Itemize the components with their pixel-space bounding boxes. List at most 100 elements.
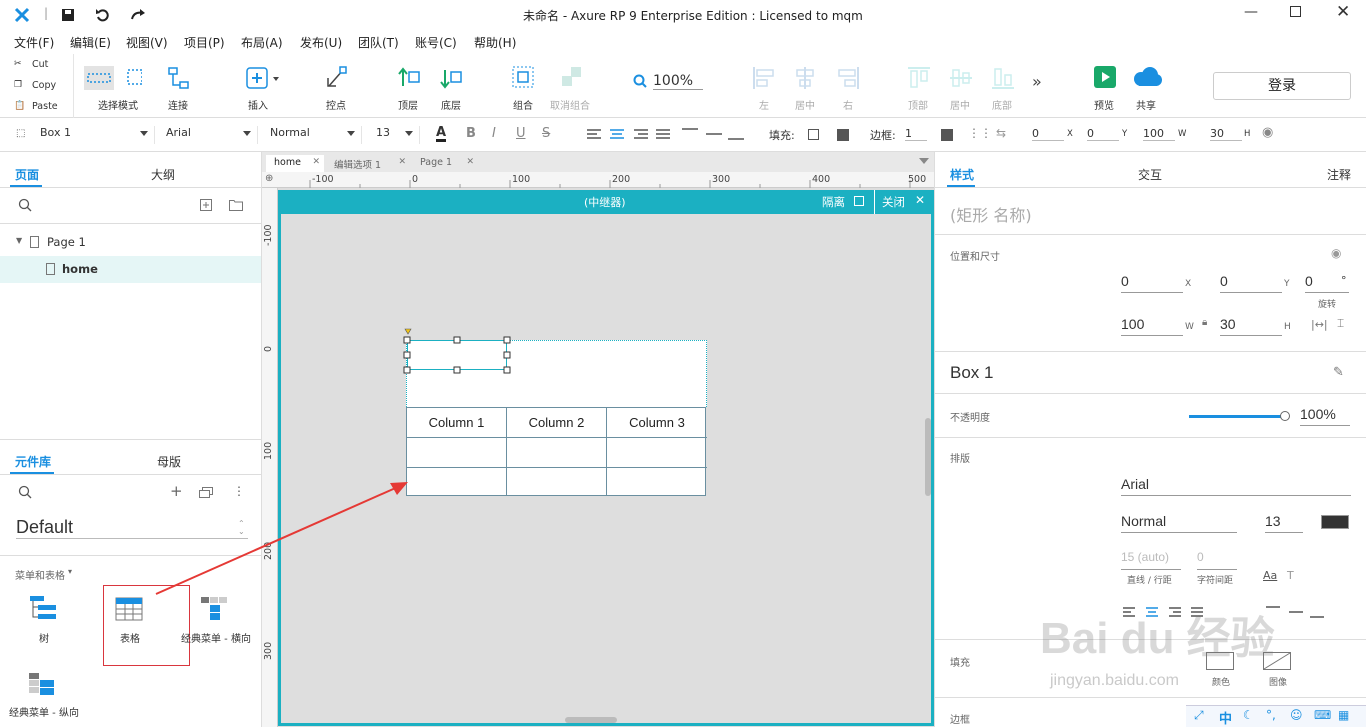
maximize-button[interactable] bbox=[1290, 6, 1301, 17]
insert-icon[interactable] bbox=[246, 66, 282, 90]
more-tools-icon[interactable]: » bbox=[1032, 72, 1042, 91]
close-tab-icon[interactable]: ✕ bbox=[398, 157, 406, 167]
font-size-input[interactable]: 13 bbox=[1265, 513, 1303, 533]
menu-edit[interactable]: 编辑(E) bbox=[70, 34, 111, 51]
bold-icon[interactable]: B bbox=[466, 126, 476, 141]
group-icon[interactable] bbox=[512, 66, 534, 90]
isolate-icon[interactable] bbox=[854, 196, 864, 206]
ime-keyboard-icon[interactable]: ⌨ bbox=[1314, 708, 1331, 722]
minimize-button[interactable]: — bbox=[1244, 4, 1258, 20]
ime-language[interactable]: 中 bbox=[1219, 708, 1232, 727]
table-cell[interactable] bbox=[507, 438, 607, 468]
tab-outline[interactable]: 大纲 bbox=[151, 166, 175, 183]
align-middle-icon[interactable] bbox=[949, 66, 973, 90]
align-bottom-icon[interactable] bbox=[991, 66, 1015, 90]
tab-interactions[interactable]: 交互 bbox=[1138, 166, 1162, 183]
ime-switch-icon[interactable]: ⤢ bbox=[1194, 708, 1204, 723]
close-tab-icon[interactable]: ✕ bbox=[466, 157, 474, 167]
menu-project[interactable]: 项目(P) bbox=[184, 34, 225, 51]
doc-tab-edit-option[interactable]: 编辑选项 1 ✕ bbox=[326, 155, 410, 172]
collapse-arrow-icon[interactable]: ▼ bbox=[16, 236, 22, 245]
classic-menu-vertical-icon[interactable] bbox=[28, 672, 58, 698]
horizontal-scrollbar[interactable] bbox=[565, 717, 617, 723]
border-color-swatch[interactable] bbox=[941, 129, 953, 141]
page-item-home-row[interactable] bbox=[0, 256, 261, 283]
menu-team[interactable]: 团队(T) bbox=[358, 34, 399, 51]
search-icon[interactable] bbox=[18, 198, 32, 212]
opacity-slider-thumb[interactable] bbox=[1280, 411, 1290, 421]
fit-width-icon[interactable]: |↔| bbox=[1311, 318, 1328, 331]
vertical-scrollbar[interactable] bbox=[925, 418, 931, 496]
align-right-icon[interactable] bbox=[836, 66, 860, 90]
font-weight-select[interactable]: Normal bbox=[1121, 513, 1237, 533]
font-style-select[interactable]: Normal bbox=[270, 126, 362, 144]
widget-group-title[interactable]: 菜单和表格 bbox=[15, 567, 65, 582]
tab-masters[interactable]: 母版 bbox=[157, 453, 181, 470]
visibility-eye-icon[interactable]: ◉ bbox=[1331, 246, 1341, 260]
x-input[interactable]: 0 bbox=[1121, 273, 1183, 293]
preview-icon[interactable] bbox=[1094, 66, 1116, 88]
close-tab-icon[interactable]: ✕ bbox=[312, 157, 320, 167]
table-header-cell[interactable]: Column 1 bbox=[407, 408, 507, 438]
italic-icon[interactable]: I bbox=[492, 126, 496, 141]
close-repeater-icon[interactable]: ✕ bbox=[915, 193, 925, 207]
add-page-icon[interactable] bbox=[200, 199, 212, 211]
zoom-level[interactable]: 100% bbox=[653, 73, 703, 90]
table-cell[interactable] bbox=[607, 468, 707, 496]
undo-icon[interactable] bbox=[95, 8, 109, 22]
bring-top-icon[interactable] bbox=[397, 66, 421, 90]
font-size-select[interactable]: 13 bbox=[376, 126, 420, 144]
font-color-swatch[interactable] bbox=[1321, 515, 1349, 529]
close-window-button[interactable]: ✕ bbox=[1336, 2, 1350, 22]
underline-icon[interactable]: U bbox=[516, 126, 526, 141]
table-header-cell[interactable]: Column 3 bbox=[607, 408, 707, 438]
letter-spacing-input[interactable]: 0 bbox=[1197, 550, 1237, 570]
tab-pages[interactable]: 页面 bbox=[15, 166, 39, 183]
edit-style-icon[interactable]: ✎ bbox=[1333, 365, 1344, 380]
connect-icon[interactable] bbox=[168, 66, 190, 90]
table-header-cell[interactable]: Column 2 bbox=[507, 408, 607, 438]
align-left-icon[interactable] bbox=[752, 66, 776, 90]
ime-emoji-icon[interactable]: ☺ bbox=[1290, 708, 1303, 722]
copy-button[interactable]: Copy bbox=[32, 80, 56, 91]
page-item-page1[interactable]: Page 1 bbox=[47, 235, 86, 249]
border-arrow-icon[interactable]: ⇆ bbox=[996, 126, 1006, 140]
paste-button[interactable]: Paste bbox=[32, 101, 58, 112]
ime-moon-icon[interactable]: ☾ bbox=[1243, 708, 1254, 722]
ime-punct-icon[interactable]: °, bbox=[1266, 708, 1276, 722]
height-input[interactable]: 30 bbox=[1220, 316, 1282, 336]
fill-color-swatch[interactable] bbox=[808, 129, 819, 140]
opacity-input[interactable]: 100% bbox=[1300, 406, 1350, 426]
add-folder-icon[interactable] bbox=[229, 199, 243, 211]
widget-select[interactable]: Box 1 bbox=[40, 126, 155, 144]
selection-handles[interactable] bbox=[402, 327, 512, 375]
doc-tab-page1[interactable]: Page 1 ✕ bbox=[412, 155, 478, 172]
font-family-select[interactable]: Arial bbox=[1121, 476, 1351, 496]
fill-shadow-icon[interactable] bbox=[837, 129, 849, 141]
tab-style[interactable]: 样式 bbox=[950, 166, 974, 183]
menu-layout[interactable]: 布局(A) bbox=[241, 34, 283, 51]
menu-view[interactable]: 视图(V) bbox=[126, 34, 168, 51]
menu-help[interactable]: 帮助(H) bbox=[474, 34, 516, 51]
lock-ratio-icon[interactable]: 🔒︎ bbox=[1202, 317, 1207, 328]
tab-notes[interactable]: 注释 bbox=[1327, 166, 1351, 183]
format-x-input[interactable]: 0 bbox=[1032, 127, 1064, 141]
text-color-icon[interactable]: A bbox=[436, 126, 447, 142]
align-top-icon[interactable] bbox=[907, 66, 931, 90]
isolate-button[interactable]: 隔离 bbox=[822, 194, 845, 210]
opacity-slider[interactable] bbox=[1189, 415, 1283, 418]
search-icon[interactable] bbox=[18, 485, 32, 499]
y-input[interactable]: 0 bbox=[1220, 273, 1282, 293]
menu-publish[interactable]: 发布(U) bbox=[300, 34, 342, 51]
ime-grid-icon[interactable]: ▦ bbox=[1338, 708, 1349, 722]
line-height-input[interactable]: 15 (auto) bbox=[1121, 550, 1181, 570]
border-width-input[interactable]: 1 bbox=[905, 127, 927, 141]
format-y-input[interactable]: 0 bbox=[1087, 127, 1119, 141]
format-w-input[interactable]: 100 bbox=[1143, 127, 1175, 141]
visibility-eye-icon[interactable]: ◉ bbox=[1262, 125, 1273, 140]
select-mode-icon[interactable] bbox=[84, 66, 142, 90]
font-select[interactable]: Arial bbox=[166, 126, 258, 144]
width-input[interactable]: 100 bbox=[1121, 316, 1183, 336]
doc-tab-home[interactable]: home ✕ bbox=[266, 155, 324, 172]
text-case-icon[interactable]: Aa bbox=[1263, 569, 1277, 582]
